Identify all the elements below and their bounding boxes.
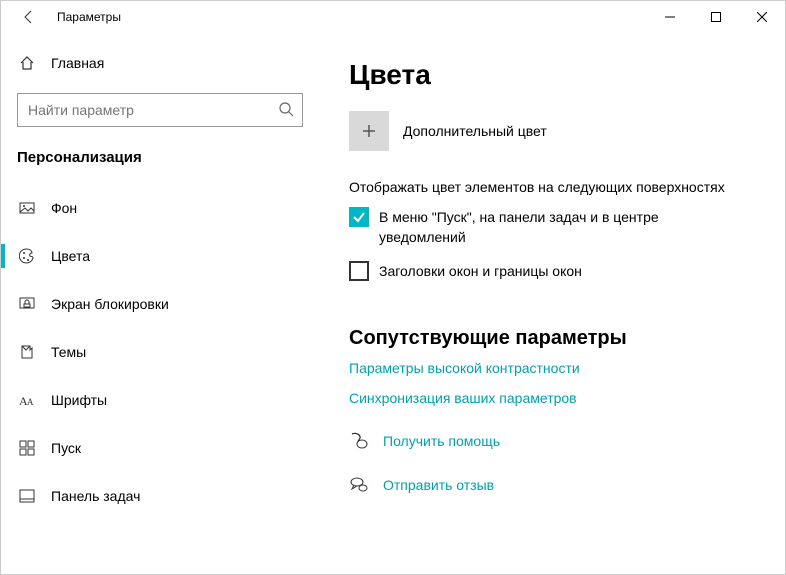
- custom-color-row: Дополнительный цвет: [349, 111, 755, 151]
- home-nav[interactable]: Главная: [1, 41, 319, 85]
- minimize-button[interactable]: [647, 1, 693, 33]
- sidebar-item-start[interactable]: Пуск: [1, 424, 319, 472]
- sidebar-item-label: Панель задач: [51, 488, 140, 504]
- sidebar-item-background[interactable]: Фон: [1, 184, 319, 232]
- picture-icon: [17, 200, 37, 216]
- related-heading: Сопутствующие параметры: [349, 327, 755, 350]
- sidebar-item-label: Пуск: [51, 440, 81, 456]
- checkbox-icon: [349, 261, 369, 281]
- section-title: Персонализация: [1, 145, 319, 184]
- sidebar-item-label: Шрифты: [51, 392, 107, 408]
- sidebar-item-label: Фон: [51, 200, 77, 216]
- sidebar: Главная Персонализация Фон Цвета Э: [1, 33, 319, 574]
- custom-color-label: Дополнительный цвет: [403, 123, 547, 139]
- sidebar-item-label: Темы: [51, 344, 86, 360]
- search-box[interactable]: [17, 93, 303, 127]
- svg-text:A: A: [27, 397, 34, 407]
- main-content: Цвета Дополнительный цвет Отображать цве…: [319, 33, 785, 574]
- checkbox-label: В меню "Пуск", на панели задач и в центр…: [379, 207, 719, 247]
- fonts-icon: AA: [17, 393, 37, 407]
- home-icon: [17, 55, 37, 71]
- help-link[interactable]: Получить помощь: [383, 433, 500, 449]
- surfaces-heading: Отображать цвет элементов на следующих п…: [349, 179, 755, 195]
- feedback-row: Отправить отзыв: [349, 476, 755, 494]
- sidebar-item-taskbar[interactable]: Панель задач: [1, 472, 319, 520]
- feedback-link[interactable]: Отправить отзыв: [383, 477, 494, 493]
- checkbox-start-taskbar[interactable]: В меню "Пуск", на панели задач и в центр…: [349, 207, 755, 247]
- search-input[interactable]: [26, 101, 278, 119]
- lockscreen-icon: [17, 296, 37, 312]
- sidebar-item-label: Экран блокировки: [51, 296, 169, 312]
- search-icon: [278, 101, 294, 120]
- add-color-button[interactable]: [349, 111, 389, 151]
- start-icon: [17, 440, 37, 456]
- plus-icon: [361, 123, 377, 139]
- titlebar: Параметры: [1, 1, 785, 33]
- feedback-icon: [349, 476, 369, 494]
- themes-icon: [17, 344, 37, 360]
- sidebar-item-colors[interactable]: Цвета: [1, 232, 319, 280]
- checkbox-icon: [349, 207, 369, 227]
- help-icon: [349, 432, 369, 450]
- sidebar-item-lockscreen[interactable]: Экран блокировки: [1, 280, 319, 328]
- link-high-contrast[interactable]: Параметры высокой контрастности: [349, 360, 755, 376]
- window-controls: [647, 1, 785, 33]
- back-button[interactable]: [9, 1, 49, 33]
- window-title: Параметры: [57, 10, 121, 24]
- palette-icon: [17, 248, 37, 264]
- page-title: Цвета: [349, 59, 755, 91]
- help-row: Получить помощь: [349, 432, 755, 450]
- taskbar-icon: [17, 488, 37, 504]
- sidebar-item-themes[interactable]: Темы: [1, 328, 319, 376]
- sidebar-item-fonts[interactable]: AA Шрифты: [1, 376, 319, 424]
- link-sync[interactable]: Синхронизация ваших параметров: [349, 390, 755, 406]
- checkbox-titlebars[interactable]: Заголовки окон и границы окон: [349, 261, 755, 281]
- maximize-button[interactable]: [693, 1, 739, 33]
- sidebar-item-label: Цвета: [51, 248, 90, 264]
- close-button[interactable]: [739, 1, 785, 33]
- home-label: Главная: [51, 55, 104, 71]
- checkbox-label: Заголовки окон и границы окон: [379, 261, 582, 281]
